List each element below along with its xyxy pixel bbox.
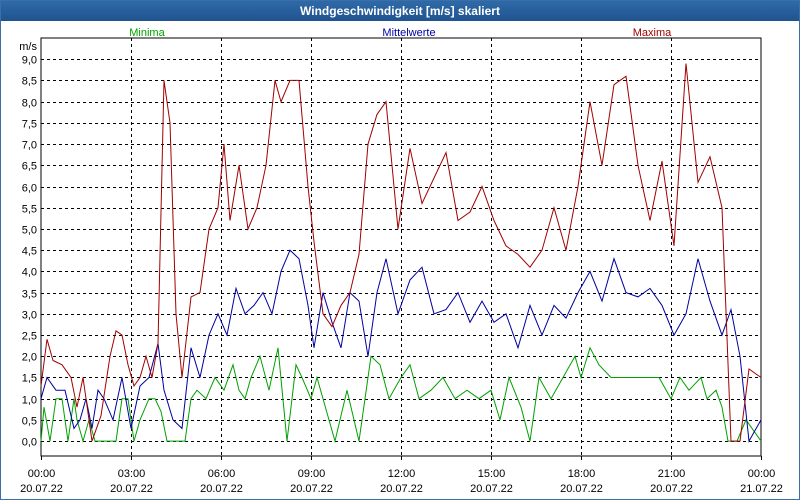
x-tick-time: 00:00 [28,468,56,480]
x-tick-date: 20.07.22 [20,483,63,495]
x-tick-time: 15:00 [478,468,506,480]
y-tick-label: 3,0 [22,310,37,322]
y-tick-label: 5,0 [22,225,37,237]
y-tick-label: 5,5 [22,204,37,216]
legend-minima: Minima [129,27,165,39]
y-tick-label: 2,5 [22,331,37,343]
y-axis-label: m/s [19,41,37,53]
x-tick-date: 20.07.22 [200,483,243,495]
y-tick-label: 0,5 [22,416,37,428]
y-tick-label: 7,5 [22,119,37,131]
y-tick-label: 6,0 [22,183,37,195]
x-tick-time: 18:00 [568,468,596,480]
x-tick-time: 06:00 [208,468,236,480]
chart-plot: 0,0 0,5 1,0 1,5 2,0 2,5 3,0 3,5 4,0 4,5 5,0 5,5 6,0 6… [19,27,783,495]
x-tick-date: 21.07.22 [740,483,783,495]
y-tick-label: 2,0 [22,352,37,364]
x-tick-date: 20.07.22 [650,483,693,495]
chart-window: Windgeschwindigkeit [m/s] skaliert 0,0 0,… [0,0,800,500]
x-tick-date: 20.07.22 [470,483,513,495]
x-tick-time: 12:00 [388,468,416,480]
y-tick-label: 6,5 [22,161,37,173]
y-tick-label: 9,0 [22,55,37,67]
x-tick-date: 20.07.22 [380,483,423,495]
chart-title: Windgeschwindigkeit [m/s] skaliert [1,1,799,21]
legend-mittelwerte: Mittelwerte [382,27,435,39]
x-tick-date: 20.07.22 [110,483,153,495]
y-tick-label: 3,5 [22,289,37,301]
series-line-maxima [40,63,762,442]
y-tick-label: 1,0 [22,395,37,407]
legend-maxima: Maxima [633,27,672,39]
x-tick-date: 20.07.22 [290,483,333,495]
y-tick-label: 4,5 [22,246,37,258]
y-tick-label: 4,0 [22,267,37,279]
x-tick-time: 21:00 [658,468,686,480]
y-tick-label: 8,5 [22,76,37,88]
y-tick-label: 1,5 [22,373,37,385]
x-tick-date: 20.07.22 [560,483,603,495]
x-tick-time: 09:00 [298,468,326,480]
y-tick-label: 0,0 [22,437,37,449]
x-tick-time: 00:00 [748,468,776,480]
y-tick-label: 7,0 [22,140,37,152]
y-tick-label: 8,0 [22,98,37,110]
x-tick-time: 03:00 [118,468,146,480]
